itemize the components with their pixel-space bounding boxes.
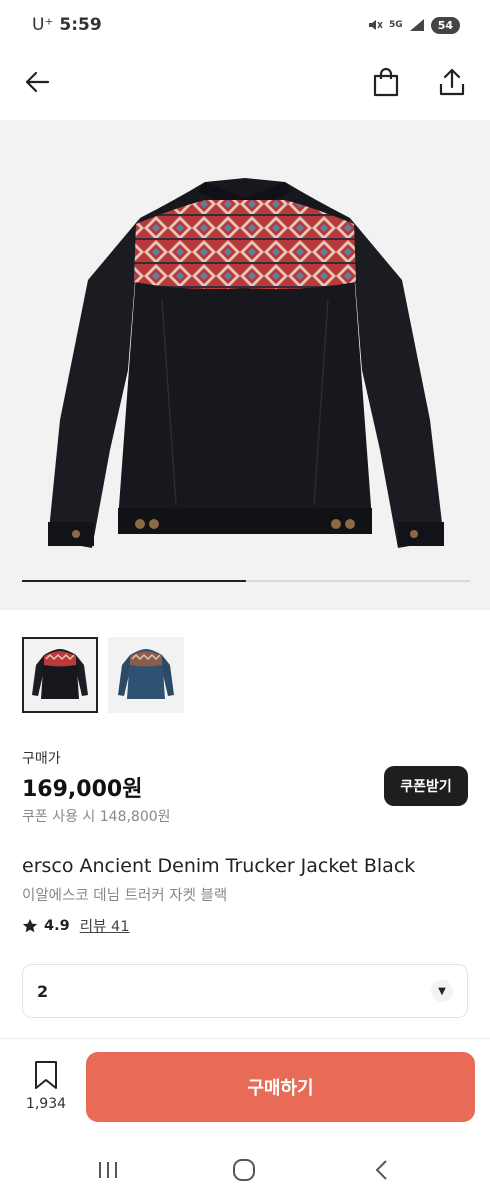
divider <box>0 1038 490 1039</box>
option-select[interactable]: 2 ▼ <box>22 964 468 1018</box>
gallery-progress-fill <box>22 580 246 582</box>
product-image-gallery[interactable] <box>0 120 490 610</box>
arrow-left-icon <box>25 71 50 93</box>
status-bar: U⁺ 5:59 5G 54 <box>0 0 490 50</box>
get-coupon-button[interactable]: 쿠폰받기 <box>384 766 468 806</box>
share-icon <box>439 68 465 96</box>
system-back-button[interactable] <box>362 1150 402 1190</box>
bookmark-icon <box>35 1061 57 1089</box>
bottom-action-bar: 1,934 구매하기 <box>0 1040 490 1140</box>
cart-button[interactable] <box>368 64 404 100</box>
product-image <box>48 178 444 548</box>
thumbnail-blue[interactable] <box>108 637 184 713</box>
recent-apps-icon <box>99 1162 117 1178</box>
gallery-progress <box>22 580 470 582</box>
bookmark-button[interactable]: 1,934 <box>20 1060 72 1112</box>
top-nav <box>0 50 490 114</box>
star-icon <box>22 918 38 932</box>
product-subtitle: 이알에스코 데님 트러커 자켓 블랙 <box>22 888 228 904</box>
battery-indicator: 54 <box>430 16 460 34</box>
back-chevron-icon <box>375 1160 387 1180</box>
clock: 5:59 <box>59 15 102 35</box>
home-icon <box>233 1159 255 1181</box>
rating-row: 4.9 리뷰 41 <box>22 915 129 936</box>
bookmark-count: 1,934 <box>25 1096 67 1112</box>
mute-icon <box>369 20 383 30</box>
shopping-bag-icon <box>373 67 399 97</box>
product-title: ersco Ancient Denim Trucker Jacket Black <box>22 855 416 877</box>
recent-apps-button[interactable] <box>88 1150 128 1190</box>
thumbnail-image-black <box>32 649 88 699</box>
price-label: 구매가 <box>22 751 61 767</box>
option-select-value: 2 <box>37 981 49 1001</box>
system-nav-bar <box>0 1140 490 1200</box>
review-link[interactable]: 리뷰 41 <box>80 915 130 936</box>
signal-icon <box>409 19 424 31</box>
coupon-price-note: 쿠폰 사용 시 148,800원 <box>22 809 171 825</box>
carrier-label: U⁺ <box>32 15 54 35</box>
home-button[interactable] <box>224 1150 264 1190</box>
price-amount: 169,000원 <box>22 777 143 802</box>
share-button[interactable] <box>434 64 470 100</box>
chevron-down-icon: ▼ <box>431 980 453 1002</box>
thumbnail-image-blue <box>118 649 174 699</box>
network-label: 5G <box>389 20 403 30</box>
buy-button[interactable]: 구매하기 <box>86 1052 475 1122</box>
thumbnail-list <box>22 637 184 713</box>
back-button[interactable] <box>20 64 56 100</box>
thumbnail-black[interactable] <box>22 637 98 713</box>
rating-score: 4.9 <box>44 917 70 934</box>
